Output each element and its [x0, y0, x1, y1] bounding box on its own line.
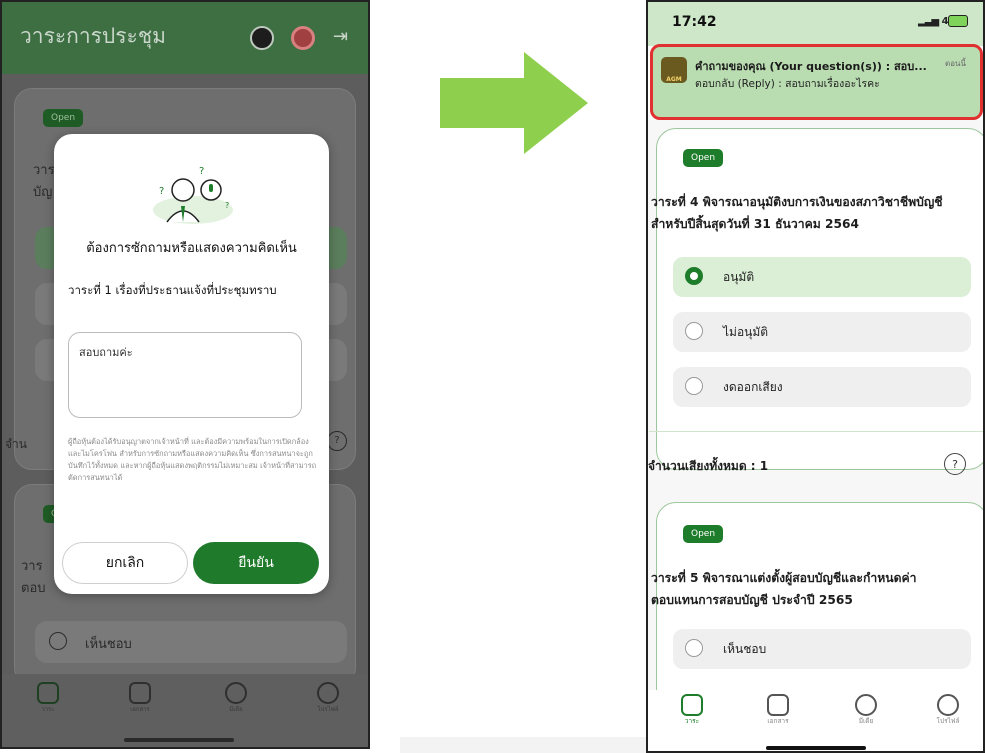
nav-item-agenda[interactable]: วาระ [18, 682, 78, 714]
nav-item-documents[interactable]: เอกสาร [748, 694, 808, 726]
svg-text:?: ? [159, 186, 164, 197]
nav-label: วาระ [41, 706, 55, 713]
app-header: วาระการประชุม ⇥ [2, 2, 368, 74]
option-disapprove[interactable]: ไม่อนุมัติ [673, 312, 971, 352]
status-bar: 17:42 ▂▃▅ 4G [648, 2, 983, 46]
content-area: Open วาระที่ 4 พิจารณาอนุมัติงบการเงินขอ… [648, 120, 983, 724]
votes-label-partial: จำน [5, 437, 27, 451]
option-approve[interactable]: อนุมัติ [673, 257, 971, 297]
nav-item-profile[interactable]: โปรไฟล์ [918, 694, 978, 726]
notification-time: ตอนนี้ [945, 59, 966, 68]
agenda-card-4: Open วาระที่ 4 พิจารณาอนุมัติงบการเงินขอ… [649, 128, 983, 470]
option-label: เห็นชอบ [85, 637, 132, 652]
svg-text:?: ? [199, 166, 204, 177]
option-approve[interactable]: เห็นชอบ [673, 629, 971, 669]
profile-icon [937, 694, 959, 716]
question-text-value: สอบถามค่ะ [79, 346, 133, 359]
nav-label: มีเดีย [229, 706, 243, 713]
push-notification[interactable]: AGM คำถามของคุณ (Your question(s)) : สอบ… [650, 44, 983, 120]
help-icon[interactable]: ? [327, 431, 347, 451]
divider-strip [400, 737, 650, 753]
nav-label: เอกสาร [130, 706, 150, 713]
logout-icon[interactable]: ⇥ [333, 26, 353, 48]
play-icon [855, 694, 877, 716]
svg-text:?: ? [225, 201, 229, 210]
question-textarea[interactable]: สอบถามค่ะ [68, 332, 302, 418]
left-phone-screen: วาระการประชุม ⇥ Open วาร บัญ จำน ? O วาร… [0, 0, 370, 749]
radio-button[interactable] [685, 377, 703, 395]
agenda-text-partial-1: วาร [21, 559, 43, 574]
modal-title: ต้องการซักถามหรือแสดงความคิดเห็น [86, 241, 297, 256]
nav-label: มีเดีย [858, 717, 874, 725]
question-illustration-icon: ? ? ? [153, 166, 233, 224]
notification-question: คำถามของคุณ (Your question(s)) : สอบ... [695, 60, 927, 73]
battery-icon [948, 15, 968, 27]
page-title: วาระการประชุม [20, 24, 166, 48]
agenda-text-partial-1: วาร [33, 163, 55, 178]
open-badge: Open [683, 149, 724, 167]
nav-item-media[interactable]: มีเดีย [206, 682, 266, 714]
right-phone-screen: 17:42 ▂▃▅ 4G Open วาระที่ 4 พิจารณาอนุมั… [646, 0, 985, 753]
option-label: เห็นชอบ [723, 642, 767, 656]
option-label: ไม่อนุมัติ [723, 325, 769, 339]
nav-label: เอกสาร [767, 717, 789, 725]
agenda-text-partial-2: ตอบ [21, 581, 46, 596]
modal-agenda-label: วาระที่ 1 เรื่องที่ประธานแจ้งที่ประชุมทร… [68, 283, 277, 297]
agenda-title: วาระที่ 4 พิจารณาอนุมัติงบการเงินของสภาว… [651, 195, 943, 231]
confirm-button[interactable]: ยืนยัน [193, 542, 319, 584]
agenda-title: วาระที่ 5 พิจารณาแต่งตั้งผู้สอบบัญชีและก… [651, 571, 917, 607]
arrow-right-icon [440, 52, 588, 154]
signal-icon: ▂▃▅ [918, 16, 939, 27]
live-broadcast-icon[interactable] [291, 26, 315, 50]
nav-item-media[interactable]: มีเดีย [836, 694, 896, 726]
notification-reply: ตอบกลับ (Reply) : สอบถามเรื่องอะไรคะ [695, 78, 880, 90]
radio-button-selected[interactable] [685, 267, 703, 285]
nav-label: โปรไฟล์ [936, 717, 960, 725]
app-logo: AGM [661, 57, 687, 83]
option-abstain[interactable]: งดออกเสียง [673, 367, 971, 407]
modal-disclaimer: ผู้ถือหุ้นต้องได้รับอนุญาตจากเจ้าหน้าที่… [68, 437, 317, 482]
help-icon[interactable]: ? [944, 453, 966, 475]
folder-icon [129, 682, 151, 704]
nav-item-profile[interactable]: โปรไฟล์ [298, 682, 358, 714]
agenda-icon [681, 694, 703, 716]
nav-label: โปรไฟล์ [317, 706, 339, 713]
option-row[interactable]: เห็นชอบ [35, 621, 347, 663]
bottom-nav: วาระ เอกสาร มีเดีย โปรไฟล์ [648, 690, 983, 751]
profile-icon [317, 682, 339, 704]
home-indicator [766, 746, 866, 750]
play-icon [225, 682, 247, 704]
chat-icon[interactable] [250, 26, 274, 50]
home-indicator [124, 738, 234, 742]
cancel-button[interactable]: ยกเลิก [62, 542, 188, 584]
folder-icon [767, 694, 789, 716]
nav-item-agenda[interactable]: วาระ [662, 694, 722, 726]
radio-button[interactable] [49, 632, 67, 650]
radio-button[interactable] [685, 639, 703, 657]
open-badge: Open [683, 525, 724, 543]
agenda-icon [37, 682, 59, 704]
nav-label: วาระ [684, 717, 700, 725]
agenda-text-partial-2: บัญ [33, 185, 53, 200]
open-badge: Open [43, 109, 84, 127]
nav-item-documents[interactable]: เอกสาร [110, 682, 170, 714]
divider [649, 431, 983, 432]
status-time: 17:42 [672, 14, 717, 30]
question-modal: ? ? ? ต้องการซักถามหรือแสดงความคิดเห็น ว… [54, 134, 329, 594]
option-label: อนุมัติ [723, 270, 755, 284]
radio-button[interactable] [685, 322, 703, 340]
total-votes-label: จำนวนเสียงทั้งหมด : 1 [648, 459, 769, 473]
option-label: งดออกเสียง [723, 380, 783, 394]
